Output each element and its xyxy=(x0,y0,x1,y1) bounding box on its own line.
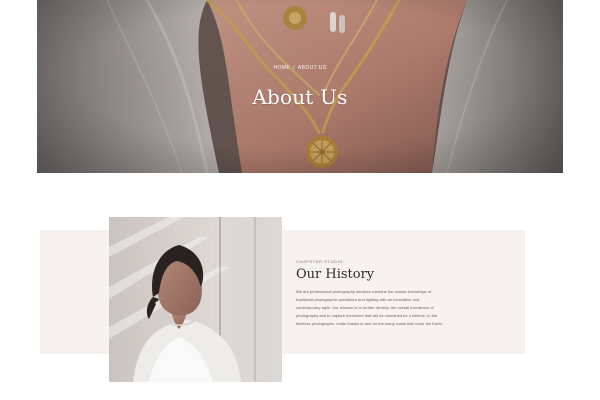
history-photo xyxy=(109,217,282,382)
history-paragraph-line: contemporary style. Our mission is to fu… xyxy=(296,305,434,310)
breadcrumb: HOME / ABOUT US xyxy=(273,65,326,71)
history-text: CHAPSTER STUDIO Our History We are profe… xyxy=(296,259,456,328)
breadcrumb-separator: / xyxy=(293,65,295,71)
history-paragraph-line: photography and to capture memories that… xyxy=(296,313,438,318)
history-paragraph-line: We are professional photography services… xyxy=(296,289,432,294)
hero-banner: HOME / ABOUT US About Us xyxy=(37,0,563,173)
hero-content: HOME / ABOUT US About Us xyxy=(37,56,563,109)
about-page: HOME / ABOUT US About Us CHAPSTER STUDIO… xyxy=(0,0,600,400)
history-paragraph-line: traditional photographic portraiture and… xyxy=(296,297,420,302)
breadcrumb-home-link[interactable]: HOME xyxy=(273,65,290,71)
history-title: Our History xyxy=(296,267,375,282)
breadcrumb-current: ABOUT US xyxy=(297,65,327,71)
history-kicker: CHAPSTER STUDIO xyxy=(296,259,344,264)
history-paragraph-line: timeless photographs, made thanks to and… xyxy=(296,321,443,326)
page-title: About Us xyxy=(252,85,348,109)
history-photo-image xyxy=(109,217,282,382)
history-paragraph: We are professional photography services… xyxy=(296,288,456,328)
